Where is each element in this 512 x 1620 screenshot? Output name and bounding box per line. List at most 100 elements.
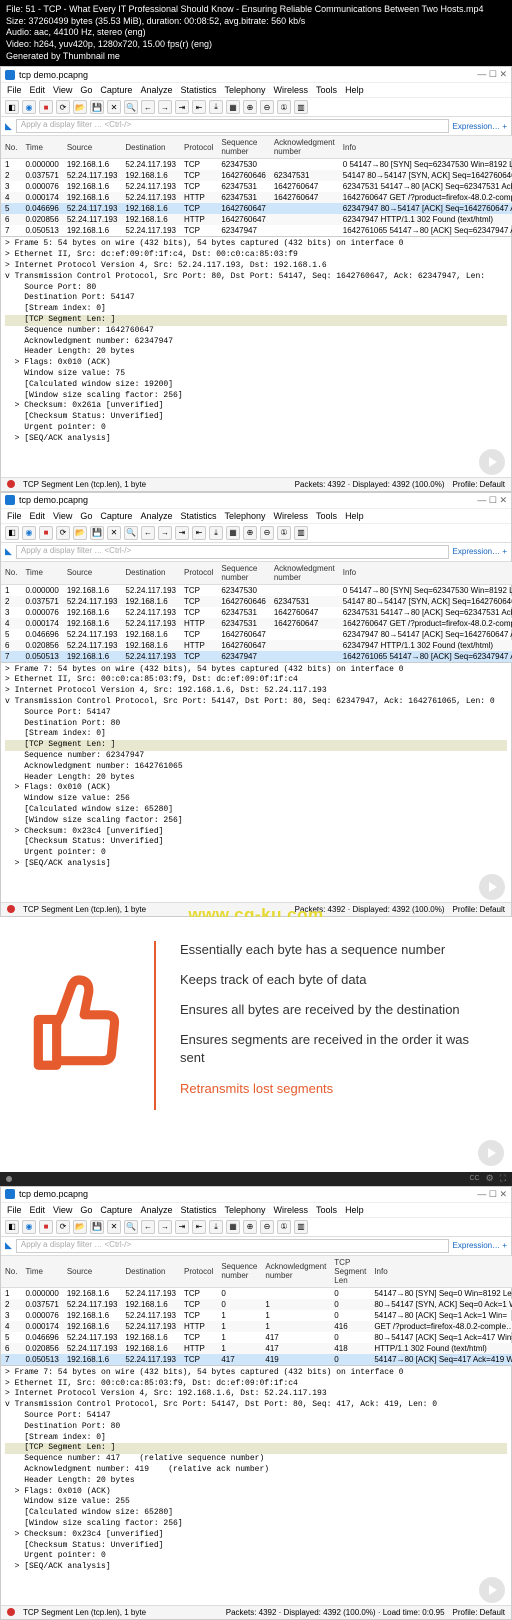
- toolbar-btn[interactable]: ◧: [5, 526, 19, 540]
- detail-line[interactable]: > Frame 7: 54 bytes on wire (432 bits), …: [5, 665, 507, 676]
- column-header[interactable]: Acknowledgment number: [261, 1256, 330, 1288]
- toolbar-zoom-out-icon[interactable]: ⊖: [260, 526, 274, 540]
- menu-capture[interactable]: Capture: [100, 511, 132, 521]
- window-controls[interactable]: — ☐ ✕: [477, 69, 507, 80]
- menu-statistics[interactable]: Statistics: [180, 511, 216, 521]
- toolbar-zoom-in-icon[interactable]: ⊕: [243, 100, 257, 114]
- detail-line[interactable]: Destination Port: 80: [5, 1422, 507, 1433]
- packet-row[interactable]: 50.04669652.24.117.193192.168.1.6TCP1417…: [1, 1332, 512, 1343]
- toolbar-btn[interactable]: ◧: [5, 1220, 19, 1234]
- column-header[interactable]: No.: [1, 1256, 21, 1288]
- toolbar-zoom-out-icon[interactable]: ⊖: [260, 100, 274, 114]
- toolbar-fwd-icon[interactable]: →: [158, 526, 172, 540]
- detail-line[interactable]: Header Length: 20 bytes: [5, 347, 507, 358]
- menu-file[interactable]: File: [7, 511, 22, 521]
- toolbar-fwd-icon[interactable]: →: [158, 1220, 172, 1234]
- cc-icon[interactable]: CC: [469, 1175, 479, 1182]
- toolbar-open-icon[interactable]: 📂: [73, 526, 87, 540]
- toolbar-zoom-reset-icon[interactable]: ①: [277, 526, 291, 540]
- menu-edit[interactable]: Edit: [30, 1205, 46, 1215]
- packet-details[interactable]: > Frame 5: 54 bytes on wire (432 bits), …: [1, 236, 511, 446]
- expert-info-icon[interactable]: [7, 480, 15, 488]
- column-header[interactable]: Source: [63, 562, 122, 585]
- detail-line[interactable]: Sequence number: 1642760647: [5, 326, 507, 337]
- detail-line[interactable]: Window size value: 255: [5, 1497, 507, 1508]
- menu-analyze[interactable]: Analyze: [140, 511, 172, 521]
- detail-line[interactable]: > Ethernet II, Src: 00:c0:ca:85:03:f9, D…: [5, 675, 507, 686]
- menu-tools[interactable]: Tools: [316, 1205, 337, 1215]
- column-header[interactable]: Info: [370, 1256, 512, 1288]
- packet-row[interactable]: 30.000076192.168.1.652.24.117.193TCP6234…: [1, 607, 512, 618]
- expert-info-icon[interactable]: [7, 905, 15, 913]
- packet-row[interactable]: 60.02085652.24.117.193192.168.1.6HTTP141…: [1, 1343, 512, 1354]
- detail-line[interactable]: [Window size scaling factor: 256]: [5, 816, 507, 827]
- toolbar-jump-icon[interactable]: ⇥: [175, 526, 189, 540]
- column-header[interactable]: Destination: [121, 136, 180, 159]
- packet-row[interactable]: 50.04669652.24.117.193192.168.1.6TCP1642…: [1, 203, 512, 214]
- detail-line[interactable]: [Calculated window size: 65280]: [5, 805, 507, 816]
- detail-line[interactable]: > Flags: 0x010 (ACK): [5, 1487, 507, 1498]
- detail-line[interactable]: [Window size scaling factor: 256]: [5, 391, 507, 402]
- expression-button[interactable]: Expression… +: [453, 547, 507, 556]
- display-filter-input[interactable]: Apply a display filter … <Ctrl-/>: [16, 545, 449, 559]
- toolbar-resize-icon[interactable]: ▥: [294, 100, 308, 114]
- detail-line[interactable]: [TCP Segment Len: ]: [5, 740, 507, 751]
- toolbar-resize-icon[interactable]: ▥: [294, 526, 308, 540]
- detail-line[interactable]: v Transmission Control Protocol, Src Por…: [5, 697, 507, 708]
- menu-telephony[interactable]: Telephony: [224, 85, 265, 95]
- packet-list[interactable]: No.TimeSourceDestinationProtocolSequence…: [1, 1256, 512, 1365]
- column-header[interactable]: No.: [1, 136, 21, 159]
- toolbar-jump-icon[interactable]: ⇥: [175, 1220, 189, 1234]
- packet-row[interactable]: 30.000076192.168.1.652.24.117.193TCP6234…: [1, 181, 512, 192]
- toolbar-restart-icon[interactable]: ⟳: [56, 100, 70, 114]
- detail-line[interactable]: > Frame 7: 54 bytes on wire (432 bits), …: [5, 1368, 507, 1379]
- toolbar[interactable]: ◧ ◉ ■ ⟳ 📂 💾 ✕ 🔍 ← → ⇥ ⇤ ⤓ ▦ ⊕ ⊖ ① ▥: [1, 524, 511, 543]
- column-header[interactable]: Destination: [121, 1256, 180, 1288]
- toolbar-find-icon[interactable]: 🔍: [124, 100, 138, 114]
- packet-row[interactable]: 10.000000192.168.1.652.24.117.193TCP6234…: [1, 584, 512, 596]
- packet-row[interactable]: 40.000174192.168.1.652.24.117.193HTTP623…: [1, 192, 512, 203]
- column-header[interactable]: Acknowledgment number: [270, 136, 339, 159]
- detail-line[interactable]: v Transmission Control Protocol, Src Por…: [5, 1400, 507, 1411]
- packet-row[interactable]: 50.04669652.24.117.193192.168.1.6TCP1642…: [1, 629, 512, 640]
- detail-line[interactable]: [TCP Segment Len: ]: [5, 315, 507, 326]
- detail-line[interactable]: [Stream index: 0]: [5, 304, 507, 315]
- detail-line[interactable]: Source Port: 80: [5, 283, 507, 294]
- detail-line[interactable]: > Checksum: 0x261a [unverified]: [5, 401, 507, 412]
- toolbar-zoom-in-icon[interactable]: ⊕: [243, 526, 257, 540]
- toolbar-close-icon[interactable]: ✕: [107, 526, 121, 540]
- detail-line[interactable]: > Internet Protocol Version 4, Src: 192.…: [5, 1389, 507, 1400]
- toolbar-zoom-reset-icon[interactable]: ①: [277, 100, 291, 114]
- toolbar-color-icon[interactable]: ▦: [226, 100, 240, 114]
- toolbar-zoom-in-icon[interactable]: ⊕: [243, 1220, 257, 1234]
- toolbar-back-icon[interactable]: ←: [141, 100, 155, 114]
- packet-row[interactable]: 40.000174192.168.1.652.24.117.193HTTP114…: [1, 1321, 512, 1332]
- detail-line[interactable]: > Checksum: 0x23c4 [unverified]: [5, 1530, 507, 1541]
- toolbar-restart-icon[interactable]: ⟳: [56, 1220, 70, 1234]
- bookmark-icon[interactable]: ◣: [5, 546, 12, 557]
- detail-line[interactable]: > Flags: 0x010 (ACK): [5, 783, 507, 794]
- player-bar[interactable]: CC⚙⛶: [0, 1172, 512, 1186]
- column-header[interactable]: Time: [21, 1256, 62, 1288]
- bookmark-icon[interactable]: ◣: [5, 121, 12, 132]
- menu-go[interactable]: Go: [80, 511, 92, 521]
- toolbar-save-icon[interactable]: 💾: [90, 100, 104, 114]
- detail-line[interactable]: Sequence number: 62347947: [5, 751, 507, 762]
- toolbar-close-icon[interactable]: ✕: [107, 100, 121, 114]
- play-icon[interactable]: [479, 1577, 505, 1603]
- toolbar-resize-icon[interactable]: ▥: [294, 1220, 308, 1234]
- packet-row[interactable]: 20.03757152.24.117.193192.168.1.6TCP1642…: [1, 170, 512, 181]
- expert-info-icon[interactable]: [7, 1608, 15, 1616]
- toolbar-close-icon[interactable]: ✕: [107, 1220, 121, 1234]
- menu-help[interactable]: Help: [345, 85, 364, 95]
- detail-line[interactable]: > [SEQ/ACK analysis]: [5, 859, 507, 870]
- detail-line[interactable]: Header Length: 20 bytes: [5, 1476, 507, 1487]
- detail-line[interactable]: Acknowledgment number: 62347947: [5, 337, 507, 348]
- menu-statistics[interactable]: Statistics: [180, 85, 216, 95]
- column-header[interactable]: Time: [21, 562, 62, 585]
- menu-help[interactable]: Help: [345, 511, 364, 521]
- detail-line[interactable]: [Checksum Status: Unverified]: [5, 837, 507, 848]
- column-header[interactable]: Destination: [121, 562, 180, 585]
- menu-view[interactable]: View: [53, 1205, 72, 1215]
- packet-row[interactable]: 70.050513192.168.1.652.24.117.193TCP6234…: [1, 651, 512, 662]
